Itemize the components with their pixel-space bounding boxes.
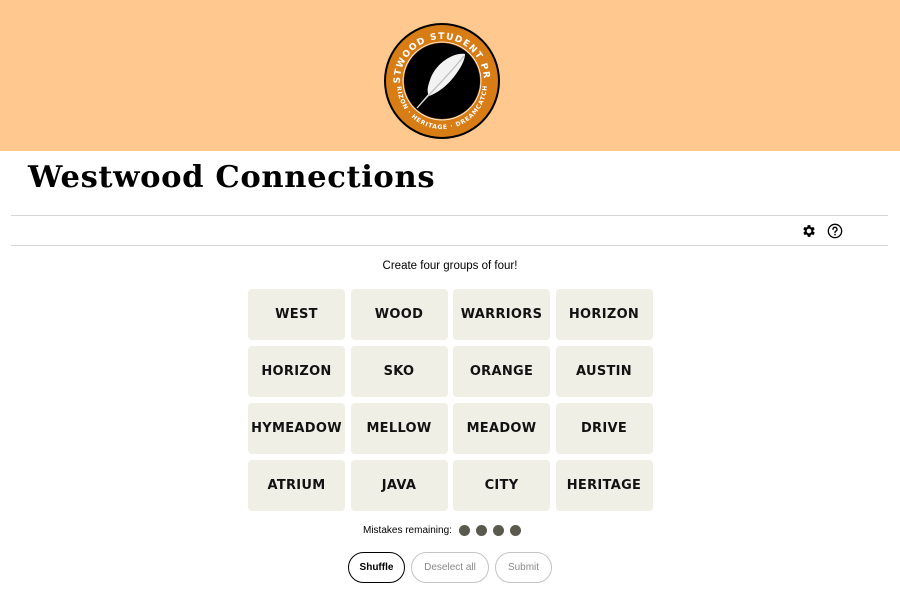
mistakes-remaining: Mistakes remaining: — [363, 525, 527, 536]
word-tile[interactable]: CITY — [453, 460, 550, 511]
deselect-all-button[interactable]: Deselect all — [411, 552, 489, 583]
mistake-dot — [475, 525, 487, 536]
shuffle-button[interactable]: Shuffle — [348, 552, 405, 583]
divider-top — [11, 215, 888, 216]
word-tile[interactable]: WEST — [248, 289, 345, 340]
word-tile[interactable]: ATRIUM — [248, 460, 345, 511]
word-grid: WEST WOOD WARRIORS HORIZON HORIZON SKO O… — [248, 289, 653, 511]
divider-bottom — [11, 245, 888, 246]
gear-icon[interactable] — [801, 223, 817, 239]
word-tile[interactable]: MELLOW — [350, 403, 448, 454]
game-instructions: Create four groups of four! — [382, 260, 518, 272]
gear-icon-glyph — [803, 225, 815, 237]
word-tile[interactable]: WOOD — [350, 289, 448, 340]
word-tile[interactable]: WARRIORS — [453, 289, 550, 340]
help-icon[interactable] — [827, 223, 843, 239]
word-tile[interactable]: AUSTIN — [555, 346, 653, 397]
header-banner: WESTWOOD STUDENT PRESS HORIZON · HERITAG… — [0, 0, 900, 151]
mistake-dot — [458, 525, 470, 536]
word-tile[interactable]: HORIZON — [248, 346, 345, 397]
logo-badge: WESTWOOD STUDENT PRESS HORIZON · HERITAG… — [383, 22, 500, 139]
help-icon-glyph — [827, 223, 843, 239]
page-title: Westwood Connections — [28, 160, 436, 195]
word-tile[interactable]: DRIVE — [555, 403, 653, 454]
word-tile[interactable]: MEADOW — [453, 403, 550, 454]
submit-button[interactable]: Submit — [495, 552, 552, 583]
word-tile[interactable]: ORANGE — [453, 346, 550, 397]
word-tile[interactable]: HERITAGE — [555, 460, 653, 511]
westwood-student-press-logo: WESTWOOD STUDENT PRESS HORIZON · HERITAG… — [383, 22, 501, 140]
mistakes-label: Mistakes remaining: — [363, 525, 452, 536]
mistake-dot — [509, 525, 521, 536]
word-tile[interactable]: SKO — [350, 346, 448, 397]
mistake-dots — [458, 525, 527, 536]
word-tile[interactable]: HORIZON — [555, 289, 653, 340]
mistake-dot — [492, 525, 504, 536]
word-tile[interactable]: HYMEADOW — [248, 403, 345, 454]
word-tile[interactable]: JAVA — [350, 460, 448, 511]
